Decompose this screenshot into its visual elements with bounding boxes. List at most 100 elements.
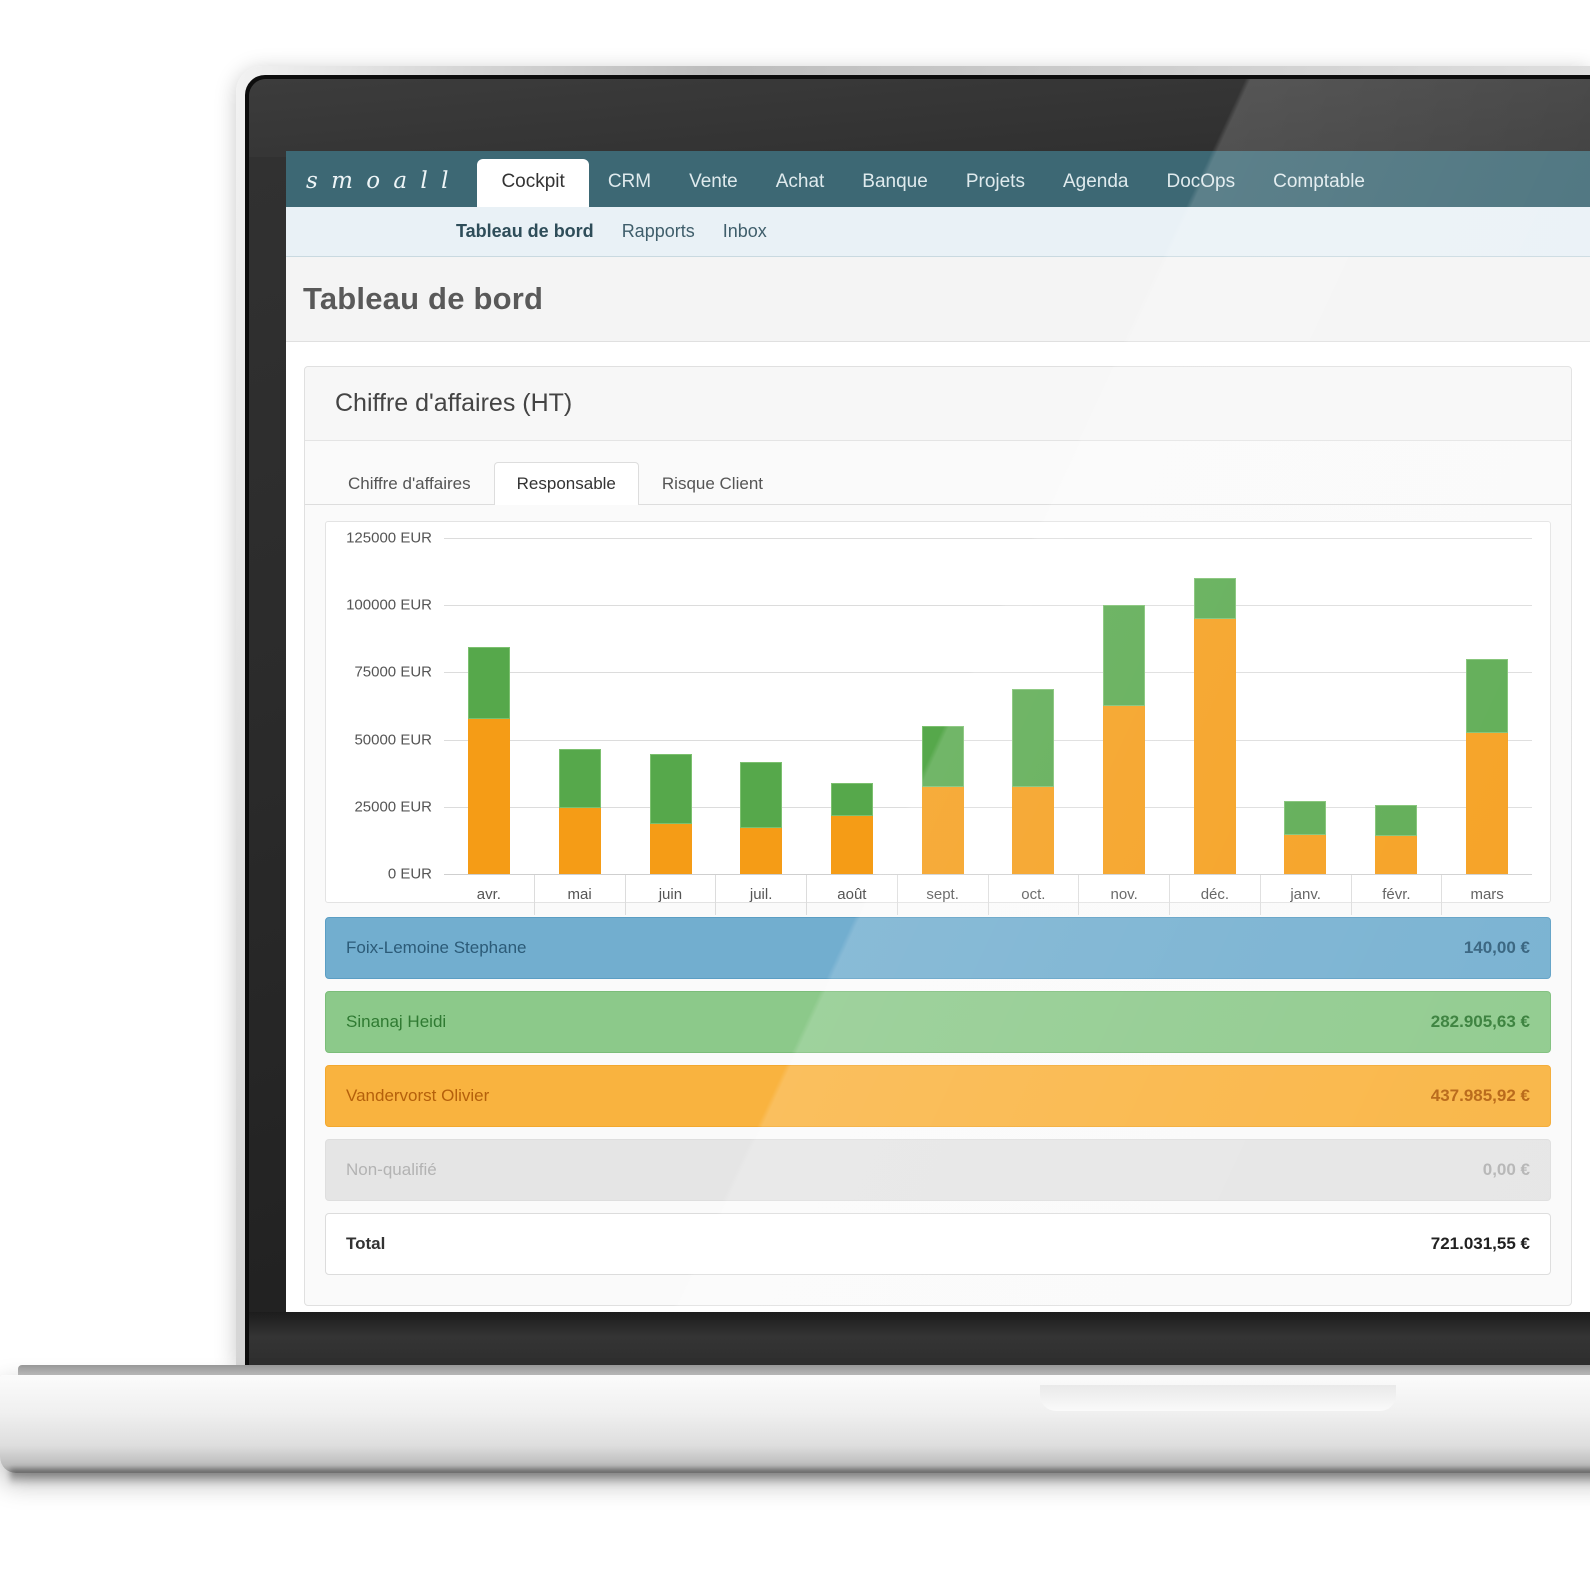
bar-slot bbox=[1441, 538, 1532, 874]
bar-slot bbox=[1169, 538, 1260, 874]
stacked-bar[interactable] bbox=[740, 762, 783, 874]
nav-item-projets[interactable]: Projets bbox=[947, 172, 1044, 207]
bar-segment-orange[interactable] bbox=[831, 816, 874, 874]
subnav-item-tableau-de-bord[interactable]: Tableau de bord bbox=[456, 221, 622, 242]
x-tick-label: juil. bbox=[716, 875, 807, 915]
x-tick-label: juin bbox=[626, 875, 717, 915]
tab-chiffre-d-affaires[interactable]: Chiffre d'affaires bbox=[325, 462, 494, 505]
legend-row-value: 140,00 € bbox=[1463, 938, 1530, 957]
stacked-bar[interactable] bbox=[1284, 801, 1327, 874]
bar-segment-green[interactable] bbox=[468, 646, 511, 720]
bar-segment-orange[interactable] bbox=[921, 786, 964, 874]
x-tick-label: août bbox=[807, 875, 898, 915]
y-tick-label: 75000 EUR bbox=[354, 663, 432, 681]
legend-row[interactable]: Sinanaj Heidi 282.905,63 € bbox=[325, 991, 1551, 1053]
legend-row-value: 0,00 € bbox=[1482, 1160, 1530, 1179]
card-title: Chiffre d'affaires (HT) bbox=[335, 389, 573, 417]
sub-navigation-bar: Tableau de bord Rapports Inbox bbox=[286, 207, 1590, 257]
bar-segment-green[interactable] bbox=[559, 749, 601, 809]
stacked-bar[interactable] bbox=[649, 754, 692, 874]
bar-segment-orange[interactable] bbox=[468, 719, 511, 874]
legend-row[interactable]: Non-qualifié 0,00 € bbox=[325, 1139, 1551, 1201]
x-tick-label: déc. bbox=[1170, 875, 1261, 915]
bar-segment-orange[interactable] bbox=[649, 824, 692, 874]
bar-segment-orange[interactable] bbox=[1103, 706, 1146, 874]
bar-segment-green[interactable] bbox=[1375, 805, 1418, 837]
laptop-mockup: s m o a l l Cockpit CRM Vente Achat Banq… bbox=[0, 66, 1590, 1485]
bar-segment-orange[interactable] bbox=[1375, 836, 1418, 874]
app-logo[interactable]: s m o a l l bbox=[306, 170, 477, 207]
bar-slot bbox=[444, 538, 535, 874]
stacked-bar[interactable] bbox=[468, 646, 511, 874]
legend-row-name: Vandervorst Olivier bbox=[346, 1086, 490, 1105]
bars-group bbox=[444, 538, 1532, 874]
x-tick-label: janv. bbox=[1261, 875, 1352, 915]
nav-item-achat[interactable]: Achat bbox=[757, 172, 844, 207]
bar-slot bbox=[897, 538, 988, 874]
nav-item-crm[interactable]: CRM bbox=[589, 172, 670, 207]
bar-slot bbox=[1079, 538, 1170, 874]
bar-segment-orange[interactable] bbox=[1193, 618, 1236, 874]
subnav-item-inbox[interactable]: Inbox bbox=[723, 221, 795, 242]
y-tick-label: 0 EUR bbox=[387, 865, 432, 883]
x-tick-label: sept. bbox=[898, 875, 989, 915]
bar-segment-green[interactable] bbox=[1193, 578, 1236, 619]
stacked-bar[interactable] bbox=[1193, 578, 1236, 874]
page-header: Tableau de bord bbox=[286, 257, 1590, 342]
legend-row-name: Foix-Lemoine Stephane bbox=[346, 938, 527, 957]
bar-segment-green[interactable] bbox=[921, 726, 964, 787]
tab-risque-client[interactable]: Risque Client bbox=[639, 462, 786, 505]
stacked-bar[interactable] bbox=[921, 726, 964, 874]
plot-area bbox=[444, 538, 1532, 874]
legend-row-name: Sinanaj Heidi bbox=[346, 1012, 447, 1031]
bar-segment-orange[interactable] bbox=[1465, 732, 1508, 874]
laptop-base-notch bbox=[1040, 1385, 1396, 1411]
bar-segment-green[interactable] bbox=[1284, 801, 1327, 836]
bar-segment-green[interactable] bbox=[1012, 688, 1055, 787]
card-header: Chiffre d'affaires (HT) bbox=[305, 367, 1571, 441]
bar-segment-green[interactable] bbox=[831, 782, 874, 817]
legend-rows: Foix-Lemoine Stephane 140,00 € Sinanaj Hei… bbox=[325, 917, 1551, 1275]
stacked-bar[interactable] bbox=[559, 749, 601, 874]
stacked-bar[interactable] bbox=[1375, 805, 1418, 874]
nav-item-docops[interactable]: DocOps bbox=[1147, 172, 1254, 207]
nav-item-cockpit[interactable]: Cockpit bbox=[477, 159, 589, 207]
x-tick-label: oct. bbox=[989, 875, 1080, 915]
x-tick-label: nov. bbox=[1079, 875, 1170, 915]
bar-slot bbox=[625, 538, 716, 874]
legend-row[interactable]: Foix-Lemoine Stephane 140,00 € bbox=[325, 917, 1551, 979]
stacked-bar[interactable] bbox=[1012, 688, 1055, 874]
bar-segment-green[interactable] bbox=[649, 754, 692, 825]
top-navigation-bar: s m o a l l Cockpit CRM Vente Achat Banq… bbox=[286, 151, 1590, 207]
legend-row-name: Non-qualifié bbox=[346, 1160, 437, 1179]
legend-row[interactable]: Vandervorst Olivier 437.985,92 € bbox=[325, 1065, 1551, 1127]
stacked-bar[interactable] bbox=[831, 782, 874, 874]
nav-item-comptable[interactable]: Comptable bbox=[1254, 172, 1384, 207]
bar-segment-green[interactable] bbox=[740, 762, 783, 829]
bar-segment-orange[interactable] bbox=[740, 828, 783, 874]
stacked-bar[interactable] bbox=[1103, 605, 1146, 874]
legend-total-value: 721.031,55 € bbox=[1430, 1234, 1530, 1253]
bar-segment-orange[interactable] bbox=[559, 808, 601, 874]
subnav-item-rapports[interactable]: Rapports bbox=[622, 221, 723, 242]
nav-item-agenda[interactable]: Agenda bbox=[1044, 172, 1148, 207]
page-content: Chiffre d'affaires (HT) Chiffre d'affair… bbox=[286, 342, 1590, 1314]
legend-row-value: 282.905,63 € bbox=[1430, 1012, 1530, 1031]
legend-total-row: Total 721.031,55 € bbox=[325, 1213, 1551, 1275]
x-tick-label: avr. bbox=[444, 875, 535, 915]
nav-item-banque[interactable]: Banque bbox=[843, 172, 947, 207]
card-body: 125000 EUR 100000 EUR 75000 EUR 50000 EUR 25… bbox=[305, 505, 1571, 1305]
bar-segment-green[interactable] bbox=[1103, 605, 1146, 706]
bar-segment-green[interactable] bbox=[1465, 658, 1508, 733]
y-tick-label: 125000 EUR bbox=[346, 529, 432, 547]
bar-segment-orange[interactable] bbox=[1284, 835, 1327, 874]
x-tick-label: févr. bbox=[1352, 875, 1443, 915]
screen-content: s m o a l l Cockpit CRM Vente Achat Banq… bbox=[286, 151, 1590, 1314]
screenshot-stage: s m o a l l Cockpit CRM Vente Achat Banq… bbox=[0, 0, 1590, 1590]
laptop-bezel-top bbox=[249, 79, 1590, 157]
x-tick-label: mai bbox=[535, 875, 626, 915]
nav-item-vente[interactable]: Vente bbox=[670, 172, 757, 207]
bar-segment-orange[interactable] bbox=[1012, 786, 1055, 874]
tab-responsable[interactable]: Responsable bbox=[493, 462, 639, 505]
stacked-bar[interactable] bbox=[1465, 658, 1508, 874]
